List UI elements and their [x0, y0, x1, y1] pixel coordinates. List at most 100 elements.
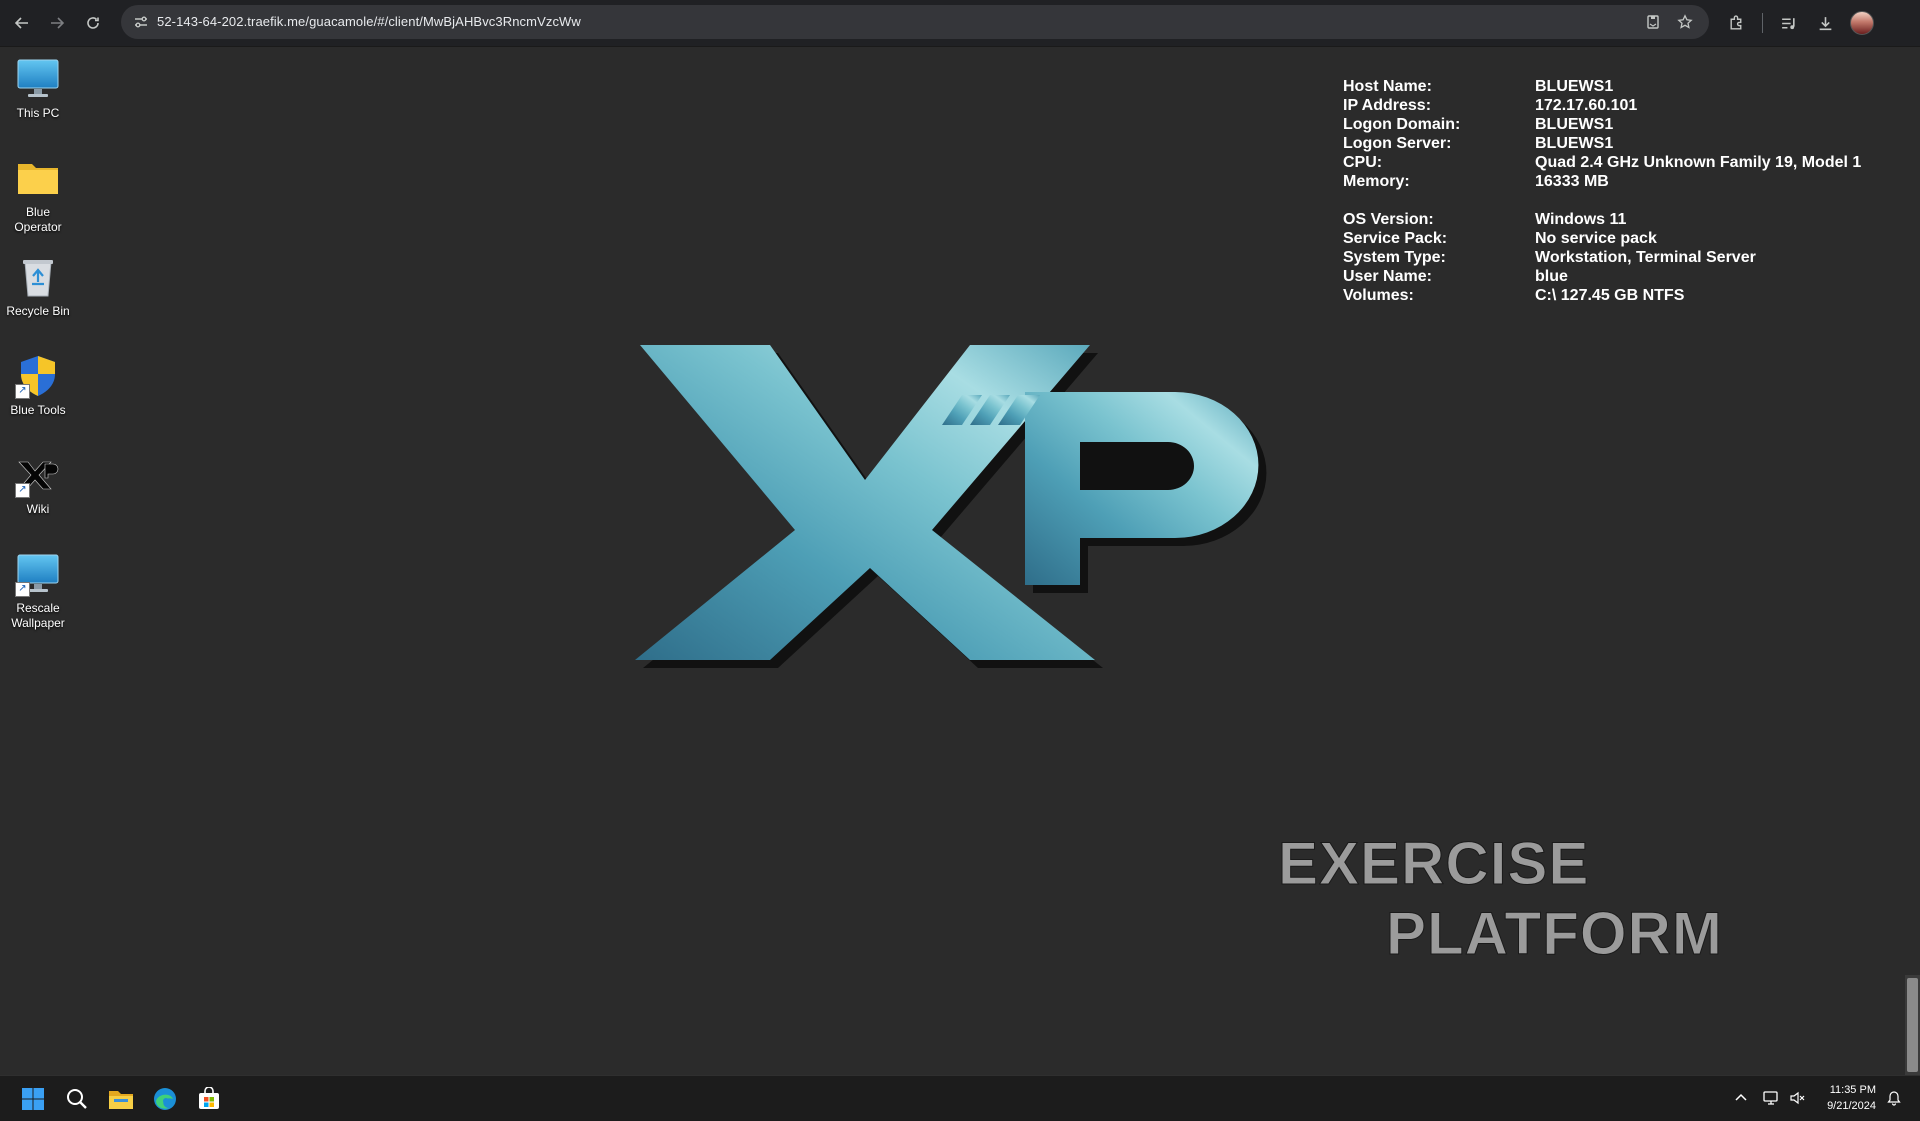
back-icon — [14, 17, 28, 29]
sysinfo-value: C:\ 127.45 GB NTFS — [1535, 287, 1685, 304]
sysinfo-row: OS Version: Windows 11 — [1343, 210, 1861, 229]
sysinfo-value: Quad 2.4 GHz Unknown Family 19, Model 1 — [1535, 154, 1862, 171]
exercise-platform-wordmark: EXERCISE PLATFORM — [1278, 830, 1723, 968]
url-text[interactable]: 52-143-64-202.traefik.me/guacamole/#/cli… — [157, 14, 581, 29]
extensions-icon — [1729, 14, 1741, 30]
sysinfo-spacer — [1343, 191, 1861, 210]
sysinfo-value: BLUEWS1 — [1535, 135, 1614, 152]
wordmark-line-2: PLATFORM — [1386, 900, 1723, 967]
site-info-button[interactable] — [129, 10, 153, 34]
search-button[interactable] — [60, 1082, 94, 1116]
desktop-icon-label: Wiki — [26, 502, 50, 516]
taskbar: 11:35 PM 9/21/2024 — [0, 1075, 1920, 1121]
sysinfo-key: Service Pack: — [1343, 230, 1448, 247]
volume-muted-icon — [1790, 1091, 1805, 1105]
bookmark-button[interactable] — [1674, 11, 1696, 33]
sysinfo-value: 16333 MB — [1535, 173, 1609, 190]
sysinfo-row: CPU: Quad 2.4 GHz Unknown Family 19, Mode… — [1343, 153, 1861, 172]
shortcut-arrow-icon: ↗ — [15, 582, 30, 597]
sysinfo-key: Host Name: — [1343, 78, 1432, 95]
sysinfo-value: 172.17.60.101 — [1535, 97, 1638, 114]
reload-icon — [87, 17, 99, 29]
search-icon — [67, 1089, 87, 1109]
install-app-button[interactable] — [1642, 11, 1664, 33]
network-button[interactable] — [1761, 1088, 1781, 1108]
store-button[interactable] — [192, 1082, 226, 1116]
desktop-icon-recycle-bin[interactable]: Recycle Bin — [2, 254, 74, 319]
media-control-icon — [1781, 17, 1795, 29]
shortcut-arrow-icon: ↗ — [15, 384, 30, 399]
sysinfo-key: Logon Domain: — [1343, 116, 1461, 133]
network-icon — [1763, 1091, 1778, 1105]
sysinfo-value: BLUEWS1 — [1535, 116, 1614, 133]
sysinfo-row: Volumes: C:\ 127.45 GB NTFS — [1343, 286, 1861, 305]
bookmark-star-icon — [1677, 14, 1693, 29]
xp-logo-icon: ↗ — [15, 452, 61, 498]
sysinfo-row: Logon Server: BLUEWS1 — [1343, 134, 1861, 153]
sysinfo-key: Volumes: — [1343, 287, 1414, 304]
sysinfo-key: OS Version: — [1343, 211, 1434, 228]
sysinfo-row: Service Pack: No service pack — [1343, 229, 1861, 248]
desktop-icon-label: This PC — [16, 106, 60, 120]
sysinfo-value: No service pack — [1535, 230, 1657, 247]
back-button[interactable] — [9, 10, 35, 36]
desktop-icon-wiki[interactable]: ↗ Wiki — [2, 452, 74, 517]
edge-button[interactable] — [148, 1082, 182, 1116]
desktop-icon-label: Blue Tools — [10, 403, 66, 417]
wordmark-line-1: EXERCISE — [1278, 830, 1589, 897]
sysinfo-row: User Name: blue — [1343, 267, 1861, 286]
sysinfo-row: Memory: 16333 MB — [1343, 172, 1861, 191]
sysinfo-value: BLUEWS1 — [1535, 78, 1614, 95]
chevron-up-icon — [1735, 1093, 1747, 1101]
vertical-scrollbar-thumb[interactable] — [1907, 978, 1918, 1072]
show-hidden-icons-button[interactable] — [1731, 1088, 1751, 1108]
clock-time: 11:35 PM — [1829, 1084, 1876, 1096]
sysinfo-key: Logon Server: — [1343, 135, 1452, 152]
sysinfo-value: Workstation, Terminal Server — [1535, 249, 1756, 266]
downloads-button[interactable] — [1812, 10, 1838, 36]
xp-wallpaper-logo — [635, 345, 1267, 668]
sysinfo-key: User Name: — [1343, 268, 1432, 285]
browser-toolbar: 52-143-64-202.traefik.me/guacamole/#/cli… — [0, 0, 1920, 47]
sysinfo-value: Windows 11 — [1535, 211, 1627, 228]
sysinfo-key: CPU: — [1343, 154, 1383, 171]
sysinfo-row: Host Name: BLUEWS1 — [1343, 77, 1861, 96]
extensions-button[interactable] — [1723, 10, 1749, 36]
forward-icon — [51, 17, 65, 29]
sysinfo-value: blue — [1535, 268, 1568, 285]
desktop-icon-label: Rescale Wallpaper — [11, 601, 65, 630]
edge-icon — [154, 1088, 176, 1110]
store-icon — [199, 1087, 219, 1109]
start-button[interactable] — [16, 1082, 50, 1116]
file-explorer-icon — [109, 1091, 133, 1109]
sysinfo-key: Memory: — [1343, 173, 1410, 190]
monitor-icon — [15, 56, 61, 102]
desktop-icon-blue-operator[interactable]: Blue Operator — [2, 155, 74, 235]
monitor-icon: ↗ — [15, 551, 61, 597]
install-app-icon — [1647, 15, 1659, 29]
address-bar[interactable]: 52-143-64-202.traefik.me/guacamole/#/cli… — [121, 5, 1709, 39]
site-info-icon — [135, 16, 147, 28]
desktop-icon-rescale-wallpaper[interactable]: ↗ Rescale Wallpaper — [2, 551, 74, 631]
sysinfo-row: Logon Domain: BLUEWS1 — [1343, 115, 1861, 134]
sysinfo-key: IP Address: — [1343, 97, 1432, 114]
notification-button[interactable] — [1884, 1088, 1904, 1108]
shield-icon: ↗ — [15, 353, 61, 399]
desktop-icon-blue-tools[interactable]: ↗ Blue Tools — [2, 353, 74, 418]
profile-avatar[interactable] — [1850, 11, 1874, 35]
desktop-icon-this-pc[interactable]: This PC — [2, 56, 74, 121]
recycle-bin-icon — [15, 254, 61, 300]
system-info-panel: Host Name: BLUEWS1 IP Address: 172.17.60.1… — [1343, 77, 1861, 305]
notification-bell-icon — [1887, 1091, 1901, 1106]
system-clock[interactable]: 11:35 PM 9/21/2024 — [1808, 1082, 1876, 1114]
downloads-icon — [1819, 16, 1831, 30]
reload-button[interactable] — [80, 10, 106, 36]
volume-button[interactable] — [1788, 1088, 1808, 1108]
desktop-icon-label: Blue Operator — [14, 205, 62, 234]
forward-button[interactable] — [44, 10, 70, 36]
media-control-button[interactable] — [1775, 10, 1801, 36]
sysinfo-key: System Type: — [1343, 249, 1446, 266]
clock-date: 9/21/2024 — [1827, 1100, 1876, 1112]
file-explorer-button[interactable] — [104, 1082, 138, 1116]
sysinfo-row: System Type: Workstation, Terminal Server — [1343, 248, 1861, 267]
